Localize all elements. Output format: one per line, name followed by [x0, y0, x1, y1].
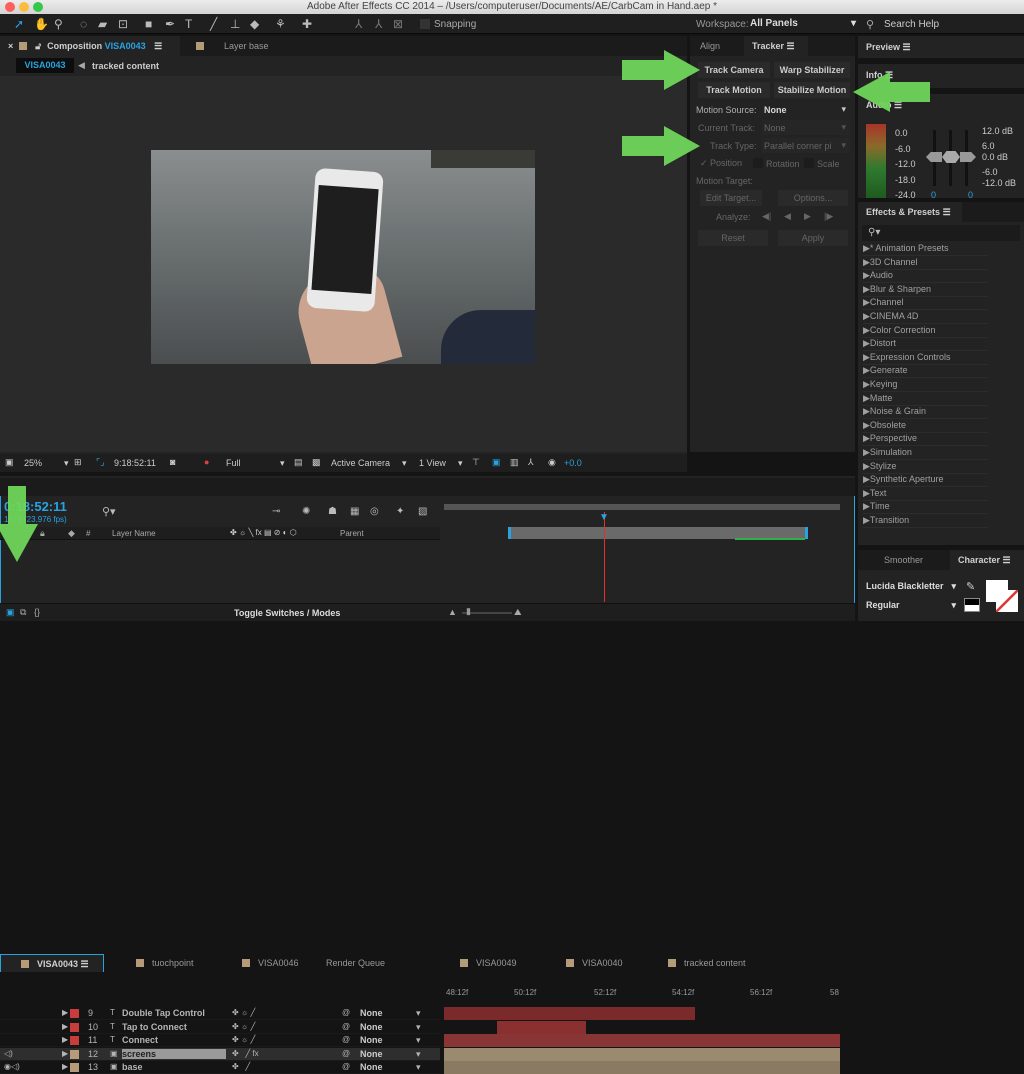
layer-number: 11 — [88, 1035, 98, 1046]
text-layer-icon: T — [110, 1021, 115, 1031]
menu-icon[interactable]: ☰ — [81, 959, 89, 969]
pickwhip-icon[interactable]: @ — [342, 1008, 350, 1017]
pickwhip-icon[interactable]: @ — [342, 1035, 350, 1044]
av-switch[interactable]: ◁) — [4, 1049, 13, 1058]
table-row[interactable]: ▶ 11 T Connect ✤ ☼ ╱ @ None ▾ — [0, 1034, 440, 1048]
tab-label: tuochpoint — [152, 958, 194, 968]
pickwhip-icon[interactable]: @ — [342, 1062, 350, 1071]
parent-dropdown[interactable]: None — [360, 1035, 383, 1045]
table-row[interactable]: ▶ 9 T Double Tap Control ✤ ☼ ╱ @ None ▾ — [0, 1007, 440, 1020]
tab-label: VISA0049 — [476, 958, 517, 968]
layer-name[interactable]: Connect — [122, 1035, 226, 1045]
footage-layer-icon: ▣ — [110, 1048, 118, 1058]
table-row[interactable]: ◉◁) ▶ 13 ▣ base ✤ ╱ @ None ▾ — [0, 1061, 440, 1074]
layer-name[interactable]: Double Tap Control — [122, 1008, 226, 1018]
label-color-swatch[interactable] — [70, 1022, 79, 1032]
ruler-tick-label: 50:12f — [514, 988, 537, 997]
ruler-tick-label: 54:12f — [672, 988, 695, 997]
timeline-tab[interactable]: VISA0040 — [538, 954, 631, 972]
label-color-swatch[interactable] — [70, 1009, 79, 1018]
switches[interactable]: ✤ ☼ ╱ — [232, 1008, 255, 1017]
layer-duration-bar[interactable] — [444, 1061, 840, 1074]
expand-triangle-icon[interactable]: ▶ — [62, 1062, 68, 1071]
annotation-arrows — [0, 50, 930, 562]
arrow-down-layers — [0, 486, 38, 562]
label-color-swatch[interactable] — [70, 1036, 79, 1046]
timeline-tab[interactable]: tuochpoint — [108, 954, 202, 972]
timeline-tab[interactable]: VISA0049 — [432, 954, 525, 972]
text-layer-icon: T — [110, 1008, 115, 1017]
parent-dropdown[interactable]: None — [360, 1022, 383, 1032]
text-layer-icon: T — [110, 1035, 115, 1045]
timeline-tab[interactable]: VISA0043 ☰ — [0, 954, 104, 972]
table-row[interactable]: ◁) ▶ 12 ▣ screens ✤ ╱ fx @ None ▾ — [0, 1047, 440, 1061]
ruler-tick-label: 58 — [830, 988, 839, 997]
parent-dropdown[interactable]: None — [360, 1008, 383, 1018]
parent-dropdown[interactable]: None — [360, 1062, 383, 1072]
chevron-down-icon: ▾ — [416, 1035, 421, 1046]
arrow-right-track-type — [622, 126, 700, 166]
ruler-tick-label: 56:12f — [750, 988, 773, 997]
pickwhip-icon[interactable]: @ — [342, 1049, 350, 1058]
chevron-down-icon: ▾ — [416, 1008, 421, 1018]
layer-number: 12 — [88, 1048, 99, 1059]
arrow-left-stabilize — [853, 72, 930, 112]
layer-duration-bar[interactable] — [497, 1020, 586, 1034]
parent-dropdown[interactable]: None — [360, 1049, 383, 1059]
footage-layer-icon: ▣ — [110, 1062, 118, 1072]
timeline-tab[interactable]: tracked content — [640, 954, 754, 972]
layer-duration-bar[interactable] — [444, 1034, 840, 1048]
layer-name[interactable]: Tap to Connect — [122, 1022, 226, 1032]
label-color-swatch[interactable] — [70, 1063, 79, 1073]
tab-label: tracked content — [684, 958, 746, 968]
chevron-down-icon: ▾ — [416, 1021, 421, 1032]
eye-icon[interactable]: ◉◁) — [4, 1062, 20, 1071]
table-row[interactable]: ▶ 10 T Tap to Connect ✤ ☼ ╱ @ None ▾ — [0, 1021, 440, 1034]
pickwhip-icon[interactable]: @ — [342, 1022, 350, 1031]
expand-triangle-icon[interactable]: ▶ — [62, 1022, 68, 1031]
tab-label: Render Queue — [326, 958, 386, 968]
layer-number: 10 — [88, 1021, 99, 1032]
tab-label: VISA0046 — [258, 958, 299, 968]
switches[interactable]: ✤ ╱ fx — [232, 1049, 259, 1058]
expand-triangle-icon[interactable]: ▶ — [62, 1035, 68, 1044]
ruler-tick-label: 52:12f — [594, 988, 617, 997]
ruler-tick-label: 48:12f — [446, 988, 469, 997]
expand-triangle-icon[interactable]: ▶ — [62, 1049, 68, 1058]
layer-name[interactable]: screens — [122, 1048, 226, 1059]
layer-duration-bar[interactable] — [444, 1047, 840, 1061]
switches[interactable]: ✤ ☼ ╱ — [232, 1035, 255, 1044]
chevron-down-icon: ▾ — [416, 1048, 421, 1059]
arrow-right-track-camera — [622, 50, 700, 90]
switches[interactable]: ✤ ☼ ╱ — [232, 1022, 255, 1031]
tab-label: VISA0043 — [37, 959, 79, 969]
switches[interactable]: ✤ ╱ — [232, 1062, 250, 1071]
chevron-down-icon: ▾ — [416, 1062, 421, 1073]
timeline-tab[interactable]: Render Queue — [318, 954, 393, 972]
label-color-swatch[interactable] — [70, 1049, 79, 1059]
expand-triangle-icon[interactable]: ▶ — [62, 1008, 68, 1017]
tab-label: VISA0040 — [582, 958, 623, 968]
layer-name[interactable]: base — [122, 1062, 226, 1072]
layer-number: 9 — [88, 1008, 94, 1018]
layer-number: 13 — [88, 1062, 99, 1073]
timeline-tab[interactable]: VISA0046 — [214, 954, 307, 972]
layer-duration-bar[interactable] — [444, 1007, 695, 1020]
